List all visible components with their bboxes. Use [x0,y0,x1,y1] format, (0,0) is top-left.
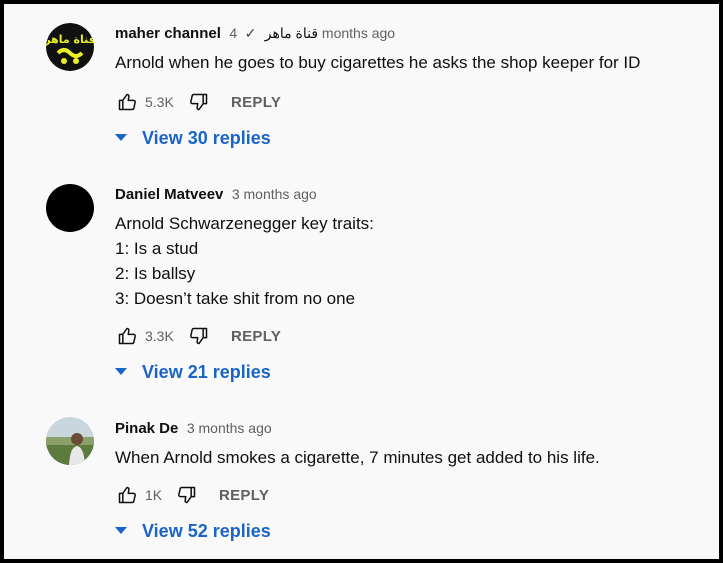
avatar[interactable] [46,417,94,465]
view-replies-label: View 21 replies [142,361,271,382]
view-replies-label: View 30 replies [142,127,271,148]
comment-actions: 3.3K REPLY [115,324,281,348]
view-replies-button[interactable]: View 52 replies [112,517,271,545]
avatar[interactable]: قناة ماهر [46,23,94,71]
reply-button[interactable]: REPLY [219,487,269,504]
dislike-icon[interactable] [187,90,211,114]
comment-text: Arnold when he goes to buy cigarettes he… [115,50,709,75]
comment-line: Arnold when he goes to buy cigarettes he… [115,53,641,72]
comment-line: Arnold Schwarzenegger key traits: [115,214,374,233]
like-icon[interactable] [115,90,139,114]
comment-actions: 5.3K REPLY [115,90,281,114]
like-count: 1K [145,487,163,503]
reply-button[interactable]: REPLY [231,94,281,111]
comment-text: When Arnold smokes a cigarette, 7 minute… [115,445,709,470]
caret-down-icon [112,129,130,147]
comment-text: Arnold Schwarzenegger key traits: 1: Is … [115,211,709,311]
view-replies-label: View 52 replies [142,520,271,541]
comment-time[interactable]: 3 months ago [232,186,317,202]
like-icon[interactable] [115,324,139,348]
comment-line: 1: Is a stud [115,239,199,258]
reply-button[interactable]: REPLY [231,328,281,345]
comment-line: 2: Is ballsy [115,264,196,283]
like-icon[interactable] [115,483,139,507]
comment-line: When Arnold smokes a cigarette, 7 minute… [115,448,600,467]
comments-section: قناة ماهر maher channel قناة ماهر ✓ 4 mo… [4,4,719,559]
author-name-alt[interactable]: قناة ماهر [265,25,318,41]
view-replies-button[interactable]: View 30 replies [112,124,271,152]
comment-line: 3: Doesn’t take shit from no one [115,289,356,308]
caret-down-icon [112,363,130,381]
comment-header: Daniel Matveev 3 months ago [115,183,709,205]
comment-header: maher channel قناة ماهر ✓ 4 months ago [115,22,709,44]
avatar[interactable] [46,184,94,232]
caret-down-icon [112,522,130,540]
like-count: 5.3K [145,94,174,110]
comment-actions: 1K REPLY [115,483,269,507]
comment-header: Pinak De 3 months ago [115,417,709,439]
author-name[interactable]: Pinak De [115,420,178,437]
author-name[interactable]: Daniel Matveev [115,186,223,203]
dislike-icon[interactable] [175,483,199,507]
dislike-icon[interactable] [187,324,211,348]
comment-time[interactable]: 3 months ago [187,420,272,436]
avatar-logo-text: قناة ماهر [46,33,94,46]
like-count: 3.3K [145,328,174,344]
verified-check-icon: ✓ [244,25,257,41]
view-replies-button[interactable]: View 21 replies [112,358,271,386]
author-name[interactable]: maher channel [115,25,221,42]
